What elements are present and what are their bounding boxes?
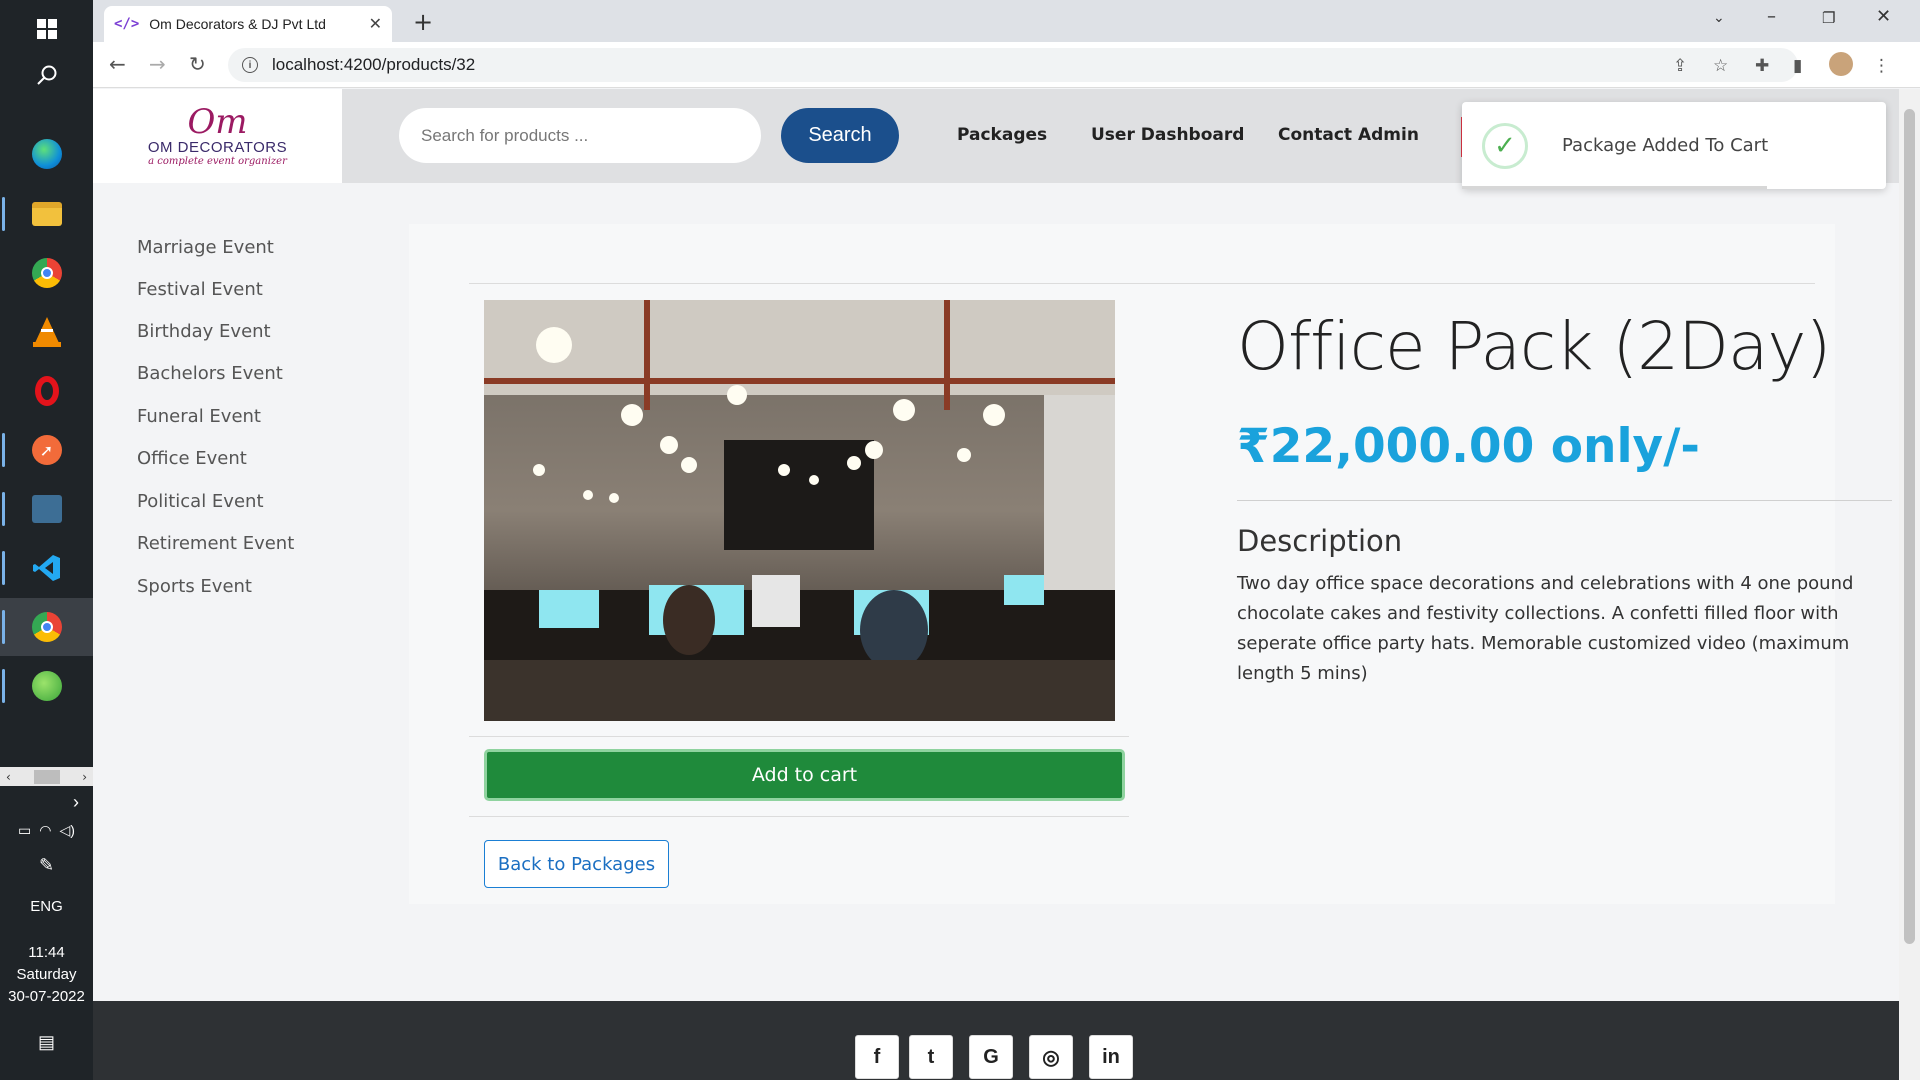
toast-message: Package Added To Cart — [1562, 135, 1769, 156]
extensions-icon[interactable]: ✚ — [1755, 56, 1769, 76]
nav-contact-admin[interactable]: Contact Admin — [1278, 125, 1419, 145]
site-info-icon[interactable]: i — [242, 57, 258, 73]
vscode-icon[interactable] — [0, 539, 93, 597]
category-bachelors[interactable]: Bachelors Event — [137, 363, 283, 384]
toast-progress-bar — [1462, 186, 1768, 189]
product-image — [484, 300, 1115, 721]
search-input[interactable] — [399, 108, 761, 163]
tray-expand-icon[interactable]: › — [0, 792, 93, 813]
chrome-active-icon[interactable] — [0, 598, 93, 656]
reload-icon[interactable]: ↻ — [189, 52, 206, 76]
category-marriage[interactable]: Marriage Event — [137, 237, 274, 258]
window-close-icon[interactable]: ✕ — [1876, 6, 1891, 27]
page-scrollbar[interactable] — [1899, 89, 1920, 1080]
divider — [469, 816, 1129, 817]
forward-icon[interactable]: → — [149, 52, 166, 76]
address-bar[interactable]: i localhost:4200/products/32 — [228, 48, 1798, 82]
system-tray: ▭ ◠ ◁) — [0, 822, 93, 839]
twitter-icon[interactable]: t — [909, 1035, 953, 1079]
toast-notification[interactable]: ✓ Package Added To Cart — [1462, 102, 1886, 189]
clock-day: Saturday — [16, 966, 77, 983]
chrome-icon[interactable] — [0, 244, 93, 302]
check-icon: ✓ — [1482, 122, 1528, 169]
mysql-workbench-icon[interactable] — [0, 480, 93, 538]
linkedin-icon[interactable]: in — [1089, 1035, 1133, 1079]
menu-kebab-icon[interactable]: ⋮ — [1873, 56, 1890, 76]
bookmark-star-icon[interactable]: ☆ — [1713, 56, 1728, 76]
close-tab-icon[interactable]: ✕ — [369, 14, 382, 34]
add-to-cart-button[interactable]: Add to cart — [484, 749, 1125, 801]
edge-icon[interactable] — [0, 125, 93, 183]
notification-icon[interactable]: ▤ — [0, 1032, 93, 1053]
google-icon[interactable]: G — [969, 1035, 1013, 1079]
minimize-icon[interactable]: – — [1767, 6, 1776, 27]
windows-taskbar: ➚ ‹ › › ▭ ◠ ◁) ✎ ENG 11:44 Saturday 30-07… — [0, 0, 93, 1080]
clock-date: 30-07-2022 — [8, 988, 85, 1005]
logo-name: OM DECORATORS — [147, 139, 288, 156]
share-icon[interactable]: ⇪ — [1673, 56, 1687, 76]
category-sports[interactable]: Sports Event — [137, 576, 252, 597]
file-explorer-icon[interactable] — [0, 185, 93, 243]
divider — [1237, 500, 1892, 501]
scroll-left-icon[interactable]: ‹ — [6, 770, 11, 784]
tab-search-icon[interactable]: ⌄ — [1713, 10, 1725, 26]
browser-toolbar: ← → ↻ i localhost:4200/products/32 ⇪ ☆ ✚… — [93, 42, 1920, 88]
browser-window: </> Om Decorators & DJ Pvt Ltd ✕ + ⌄ – ❐… — [93, 0, 1920, 1080]
product-price: ₹22,000.00 only/- — [1237, 419, 1700, 474]
browser-tab[interactable]: </> Om Decorators & DJ Pvt Ltd ✕ — [104, 6, 392, 42]
divider — [469, 283, 1815, 284]
scrollbar-thumb[interactable] — [1904, 109, 1915, 944]
logo-tagline: a complete event organizer — [148, 156, 287, 167]
category-festival[interactable]: Festival Event — [137, 279, 263, 300]
clock-time: 11:44 — [28, 944, 65, 961]
category-political[interactable]: Political Event — [137, 491, 264, 512]
taskbar-scrollbar[interactable]: ‹ › — [0, 767, 93, 786]
category-funeral[interactable]: Funeral Event — [137, 406, 261, 427]
restore-icon[interactable]: ❐ — [1822, 9, 1835, 27]
page-viewport: Om OM DECORATORS a complete event organi… — [93, 89, 1899, 1080]
opera-icon[interactable] — [0, 362, 93, 420]
battery-icon[interactable]: ▭ — [18, 822, 31, 839]
back-icon[interactable]: ← — [109, 52, 126, 76]
volume-icon[interactable]: ◁) — [60, 822, 75, 839]
site-footer: f t G ◎ in — [93, 1001, 1899, 1080]
language-indicator[interactable]: ENG — [0, 898, 93, 915]
category-office[interactable]: Office Event — [137, 448, 247, 469]
site-logo[interactable]: Om OM DECORATORS a complete event organi… — [93, 89, 342, 183]
vlc-icon[interactable] — [0, 303, 93, 361]
instagram-icon[interactable]: ◎ — [1029, 1035, 1073, 1079]
nav-user-dashboard[interactable]: User Dashboard — [1091, 125, 1244, 145]
logo-mark: Om — [187, 102, 248, 142]
search-icon[interactable] — [0, 46, 93, 104]
scroll-thumb[interactable] — [33, 769, 60, 784]
back-to-packages-button[interactable]: Back to Packages — [484, 840, 669, 888]
nav-packages[interactable]: Packages — [957, 125, 1047, 145]
tab-strip: </> Om Decorators & DJ Pvt Ltd ✕ + ⌄ – ❐… — [93, 0, 1920, 42]
new-tab-icon[interactable]: + — [413, 8, 433, 36]
facebook-icon[interactable]: f — [855, 1035, 899, 1079]
clock[interactable]: 11:44 Saturday 30-07-2022 — [0, 942, 93, 1008]
pen-icon[interactable]: ✎ — [0, 855, 93, 876]
category-retirement[interactable]: Retirement Event — [137, 533, 294, 554]
profile-avatar[interactable] — [1829, 52, 1853, 76]
product-card: Office Pack (2Day) ₹22,000.00 only/- Des… — [409, 224, 1892, 904]
side-panel-icon[interactable]: ▮ — [1793, 56, 1802, 76]
tab-title: Om Decorators & DJ Pvt Ltd — [149, 16, 326, 32]
spring-tools-icon[interactable] — [0, 657, 93, 715]
description-heading: Description — [1237, 524, 1403, 558]
divider — [469, 736, 1129, 737]
postman-icon[interactable]: ➚ — [0, 421, 93, 479]
category-birthday[interactable]: Birthday Event — [137, 321, 271, 342]
tab-favicon: </> — [114, 16, 140, 32]
search-button[interactable]: Search — [781, 108, 899, 163]
scroll-right-icon[interactable]: › — [82, 770, 87, 784]
product-description: Two day office space decorations and cel… — [1237, 573, 1854, 684]
wifi-icon[interactable]: ◠ — [39, 822, 51, 839]
url-text: localhost:4200/products/32 — [272, 55, 476, 74]
product-title: Office Pack (2Day) — [1237, 308, 1831, 385]
